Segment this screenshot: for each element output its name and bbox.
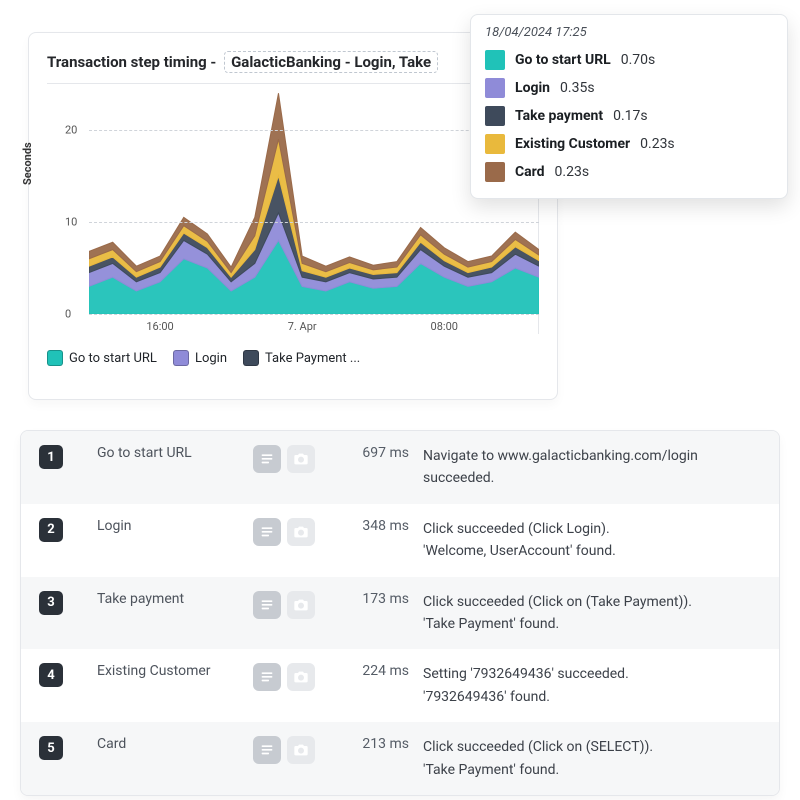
x-tick: 08:00 [431,320,458,333]
y-axis-label: Seconds [21,142,34,185]
step-number-badge: 3 [39,591,63,615]
step-number-badge: 5 [39,736,63,760]
step-name: Go to start URL [97,445,247,461]
y-tick: 10 [65,216,77,229]
x-tick: 16:00 [146,320,173,333]
tooltip-row: Existing Customer 0.23s [485,130,773,158]
tooltip-swatch [485,106,505,126]
step-description-line: Setting '7932649436' succeeded. [423,663,767,685]
table-row: 1 Go to start URL 697 ms Navigate to www.ga… [21,431,779,504]
step-number-badge: 2 [39,518,63,542]
table-row: 3 Take payment 173 ms Click succeeded (Clic… [21,577,779,650]
step-name: Take payment [97,591,247,607]
tooltip-step-name: Go to start URL [515,52,611,68]
log-icon[interactable] [253,663,281,691]
chart-legend: Go to start URL Login Take Payment ... [47,350,539,366]
table-row: 5 Card 213 ms Click succeeded (Click on (SE… [21,722,779,795]
tooltip-row: Login 0.35s [485,74,773,102]
step-duration: 697 ms [337,445,417,461]
step-duration: 348 ms [337,518,417,534]
steps-table: 1 Go to start URL 697 ms Navigate to www.ga… [20,430,780,796]
step-description: Setting '7932649436' succeeded.'79326494… [423,663,767,708]
legend-swatch [243,350,259,366]
step-description: Click succeeded (Click on (Take Payment)… [423,591,767,636]
legend-label: Take Payment ... [265,351,360,366]
tooltip-swatch [485,162,505,182]
step-description-line: 'Take Payment' found. [423,759,767,781]
step-description: Click succeeded (Click on (SELECT)).'Tak… [423,736,767,781]
log-icon[interactable] [253,591,281,619]
screenshot-icon[interactable] [287,445,315,473]
tooltip-timestamp: 18/04/2024 17:25 [485,25,773,40]
log-icon[interactable] [253,518,281,546]
log-icon[interactable] [253,736,281,764]
log-icon[interactable] [253,445,281,473]
step-description: Navigate to www.galacticbanking.com/logi… [423,445,767,490]
step-number-badge: 4 [39,663,63,687]
step-name: Existing Customer [97,663,247,679]
step-description-line: Click succeeded (Click on (Take Payment)… [423,591,767,613]
screenshot-icon[interactable] [287,663,315,691]
tooltip-row: Card 0.23s [485,158,773,186]
legend-label: Login [195,351,227,366]
tooltip-row: Take payment 0.17s [485,102,773,130]
step-description-line: 'Take Payment' found. [423,613,767,635]
tooltip-step-name: Existing Customer [515,136,630,152]
step-duration: 213 ms [337,736,417,752]
legend-item[interactable]: Go to start URL [47,350,157,366]
tooltip-row: Go to start URL 0.70s [485,46,773,74]
tooltip-step-value: 0.35s [560,80,595,96]
x-tick: 7. Apr [288,320,317,333]
legend-swatch [173,350,189,366]
gridline [89,222,539,223]
x-axis-ticks: 16:00 7. Apr 08:00 [89,314,538,334]
step-description: Click succeeded (Click Login).'Welcome, … [423,518,767,563]
tooltip-swatch [485,50,505,70]
tooltip-step-name: Card [515,164,545,180]
chart-tooltip: 18/04/2024 17:25 Go to start URL 0.70s Log… [470,14,788,199]
step-duration: 173 ms [337,591,417,607]
chart-title-prefix: Transaction step timing - [47,53,220,71]
table-row: 4 Existing Customer 224 ms Setting '7932649… [21,649,779,722]
tooltip-swatch [485,134,505,154]
tooltip-step-value: 0.70s [621,52,656,68]
tooltip-step-name: Login [515,80,550,96]
legend-swatch [47,350,63,366]
table-row: 2 Login 348 ms Click succeeded (Click Login… [21,504,779,577]
chart-title-entity: GalacticBanking - Login, Take [224,51,438,73]
legend-item[interactable]: Login [173,350,227,366]
chart-plot[interactable]: 01020 [59,84,539,314]
y-tick: 0 [65,308,71,321]
chart-title: Transaction step timing - GalacticBankin… [47,51,539,73]
step-description-line: '7932649436' found. [423,686,767,708]
step-description-line: Navigate to www.galacticbanking.com/logi… [423,445,767,490]
legend-item[interactable]: Take Payment ... [243,350,360,366]
tooltip-step-name: Take payment [515,108,603,124]
step-description-line: Click succeeded (Click Login). [423,518,767,540]
tooltip-step-value: 0.17s [613,108,648,124]
chart-plot-area: Seconds 01020 16:007. Apr08:00 [47,83,539,334]
screenshot-icon[interactable] [287,518,315,546]
step-number-badge: 1 [39,445,63,469]
tooltip-step-value: 0.23s [555,164,590,180]
screenshot-icon[interactable] [287,591,315,619]
step-name: Login [97,518,247,534]
step-description-line: Click succeeded (Click on (SELECT)). [423,736,767,758]
screenshot-icon[interactable] [287,736,315,764]
tooltip-step-value: 0.23s [640,136,675,152]
step-duration: 224 ms [337,663,417,679]
legend-label: Go to start URL [69,351,157,366]
tooltip-swatch [485,78,505,98]
y-tick: 20 [65,124,77,137]
step-name: Card [97,736,247,752]
step-description-line: 'Welcome, UserAccount' found. [423,540,767,562]
